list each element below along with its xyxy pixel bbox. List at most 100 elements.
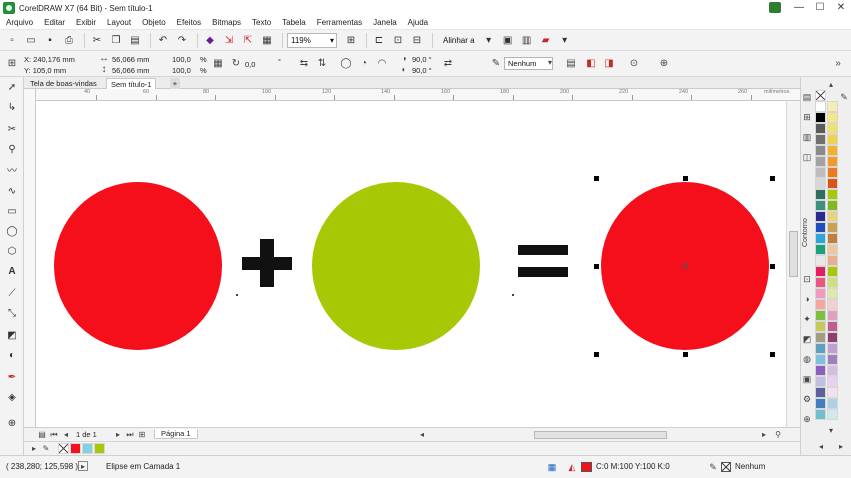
palette-swatch[interactable] <box>815 376 826 387</box>
text-wrap-icon[interactable]: ▤ <box>565 58 577 70</box>
palette-scroll-right-icon[interactable]: ▸ <box>835 441 847 453</box>
palette-swatch[interactable] <box>815 288 826 299</box>
page-tab-1[interactable]: Página 1 <box>154 429 198 439</box>
palette-swatch[interactable] <box>815 398 826 409</box>
zoom-navigator-icon[interactable]: ⚲ <box>772 429 784 441</box>
palette-swatch[interactable] <box>815 167 826 178</box>
swatch-red[interactable] <box>70 443 81 454</box>
full-screen-icon[interactable]: ⊞ <box>343 32 359 48</box>
y-position-field[interactable]: Y: 105,0 mm <box>24 66 66 75</box>
x-position-field[interactable]: X: 240,176 mm <box>24 55 75 64</box>
horizontal-scroll-thumb[interactable] <box>534 431 667 439</box>
docker-layers-icon[interactable]: ◫ <box>801 151 813 163</box>
palette-swatch[interactable] <box>827 233 838 244</box>
palette-swatch[interactable] <box>827 222 838 233</box>
add-tool-icon[interactable]: ⊕ <box>5 417 19 431</box>
add-page-icon[interactable]: ⊞ <box>136 429 148 441</box>
palette-swatch[interactable] <box>815 354 826 365</box>
palette-swatch[interactable] <box>827 255 838 266</box>
palette-swatch[interactable] <box>815 244 826 255</box>
scale-y-field[interactable]: 100,0 <box>172 66 191 75</box>
palette-no-fill-swatch[interactable] <box>815 90 826 101</box>
page-sorter-icon[interactable]: ▤ <box>36 429 48 441</box>
to-front-icon[interactable]: ◧ <box>585 58 597 70</box>
docker-shaping-icon[interactable]: ◩ <box>801 333 813 345</box>
first-page-icon[interactable]: ⏮ <box>48 429 60 441</box>
docker-bitmap-icon[interactable]: ▣ <box>801 373 813 385</box>
width-field[interactable]: 56,066 mm <box>112 55 150 64</box>
previous-page-icon[interactable]: ◂ <box>60 429 72 441</box>
show-rulers-icon[interactable]: ⊏ <box>371 32 387 48</box>
arc-mode-icon[interactable]: ◠ <box>376 58 388 70</box>
align-dropdown-arrow-icon[interactable]: ▾ <box>481 32 497 48</box>
palette-swatch[interactable] <box>827 211 838 222</box>
zoom-level-select[interactable]: 119% <box>287 32 337 48</box>
tab-welcome-screen[interactable]: Tela de boas-vindas <box>26 78 101 89</box>
transparency-icon[interactable]: ◐ <box>5 349 19 363</box>
rectangle-tool-icon[interactable]: ▭ <box>5 205 19 219</box>
palette-swatch[interactable] <box>827 244 838 255</box>
menu-efeitos[interactable]: Efeitos <box>177 18 201 27</box>
palette-swatch[interactable] <box>827 145 838 156</box>
palette-swatch[interactable] <box>815 145 826 156</box>
align-to-dropdown[interactable]: Alinhar a <box>443 36 475 45</box>
last-page-icon[interactable]: ⏭ <box>124 429 136 441</box>
lock-ratio-icon[interactable]: ▦ <box>212 58 224 70</box>
palette-swatch[interactable] <box>815 332 826 343</box>
palette-swatch[interactable] <box>827 365 838 376</box>
vertical-scroll-thumb[interactable] <box>789 231 798 277</box>
redo-icon[interactable]: ↷ <box>174 32 190 48</box>
palette-swatch[interactable] <box>815 277 826 288</box>
crop-tool-icon[interactable]: ✂ <box>5 123 19 137</box>
swatch-none[interactable] <box>58 443 69 454</box>
menu-editar[interactable]: Editar <box>44 18 65 27</box>
palette-scroll-down-icon[interactable]: ▾ <box>825 425 837 437</box>
swatch-green[interactable] <box>94 443 105 454</box>
fill-color-swatch[interactable] <box>581 462 592 472</box>
cut-icon[interactable]: ✂ <box>89 32 105 48</box>
palette-swatch[interactable] <box>827 299 838 310</box>
palette-swatch[interactable] <box>827 200 838 211</box>
show-grid-icon[interactable]: ⊡ <box>390 32 406 48</box>
palette-swatch[interactable] <box>827 266 838 277</box>
polygon-tool-icon[interactable]: ⬡ <box>5 245 19 259</box>
change-direction-icon[interactable]: ⇄ <box>442 58 454 70</box>
ellipse-mode-icon[interactable]: ◯ <box>340 58 352 70</box>
add-tab-icon[interactable]: + <box>170 78 180 89</box>
palette-swatch[interactable] <box>827 178 838 189</box>
palette-swatch[interactable] <box>815 266 826 277</box>
palette-swatch[interactable] <box>827 123 838 134</box>
add-property-icon[interactable]: ⊕ <box>658 58 670 70</box>
close-button[interactable]: ✕ <box>827 0 851 16</box>
swatch-light-cyan[interactable] <box>82 443 93 454</box>
start-angle-field[interactable]: 90,0 ° <box>412 55 432 64</box>
docker-align-icon[interactable]: ▥ <box>801 131 813 143</box>
export-icon[interactable]: ⇱ <box>240 32 256 48</box>
parallel-dimension-icon[interactable]: ⟋ <box>5 287 19 301</box>
menu-exibir[interactable]: Exibir <box>76 18 96 27</box>
menu-ferramentas[interactable]: Ferramentas <box>317 18 362 27</box>
palette-swatch[interactable] <box>827 277 838 288</box>
tab-untitled-1[interactable]: Sem título-1 <box>106 78 157 89</box>
palette-swatch[interactable] <box>815 409 826 420</box>
scroll-left-icon[interactable]: ◂ <box>416 429 428 441</box>
menu-layout[interactable]: Layout <box>107 18 131 27</box>
palette-swatch[interactable] <box>815 343 826 354</box>
docker-symbol-icon[interactable]: ⚙ <box>801 393 813 405</box>
scale-x-field[interactable]: 100,0 <box>172 55 191 64</box>
palette-swatch[interactable] <box>815 321 826 332</box>
fill-bucket-icon[interactable]: ◭ <box>566 461 578 473</box>
document-palette-arrow-icon[interactable]: ▸ <box>28 443 40 455</box>
palette-swatch[interactable] <box>827 387 838 398</box>
mirror-horizontal-icon[interactable]: ⇆ <box>298 58 310 70</box>
docker-object-properties-icon[interactable]: ▤ <box>801 91 813 103</box>
palette-swatch[interactable] <box>815 156 826 167</box>
palette-swatch[interactable] <box>827 398 838 409</box>
welcome-screen-icon[interactable]: ▣ <box>500 32 516 48</box>
palette-swatch[interactable] <box>827 112 838 123</box>
palette-swatch[interactable] <box>827 189 838 200</box>
expand-toolbar-icon[interactable]: » <box>832 58 844 70</box>
palette-swatch[interactable] <box>815 178 826 189</box>
palette-swatch[interactable] <box>815 365 826 376</box>
green-circle[interactable] <box>312 182 480 350</box>
